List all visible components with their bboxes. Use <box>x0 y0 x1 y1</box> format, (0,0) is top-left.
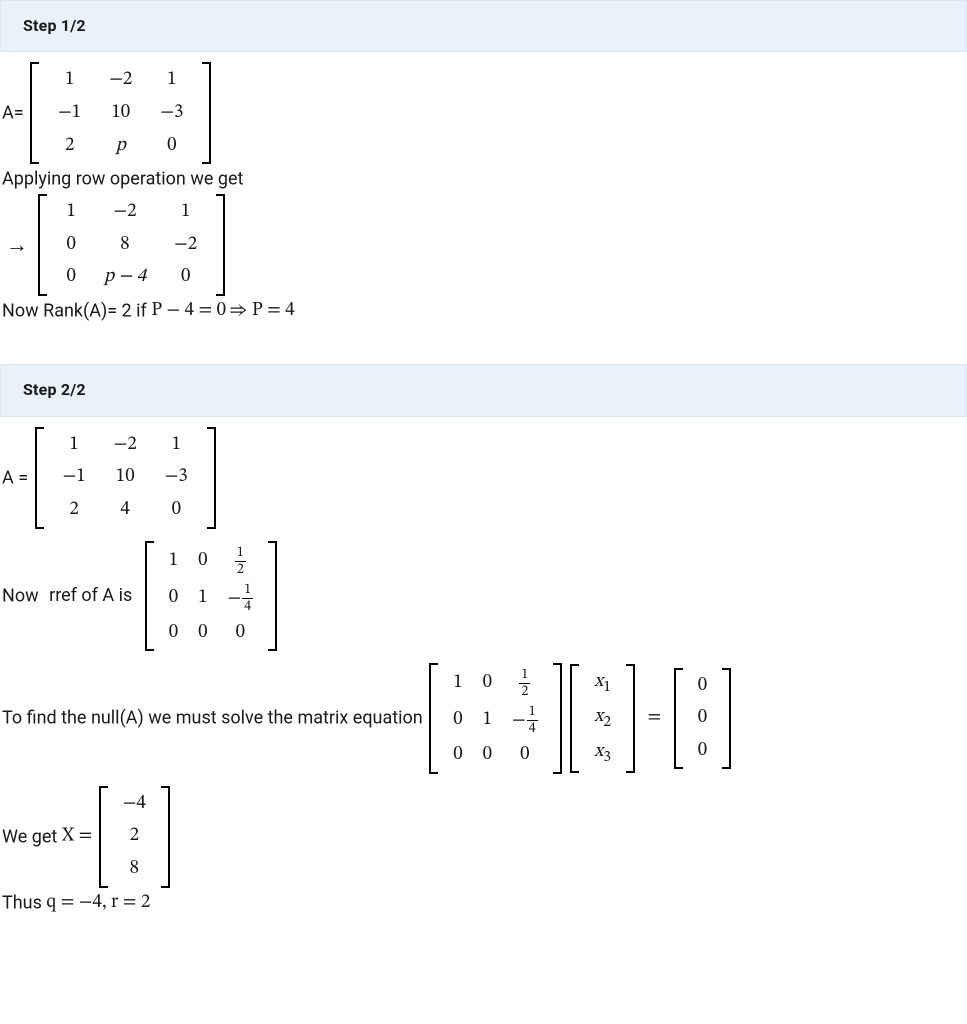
matrix-A2: 1−21 −110−3 240 <box>35 427 216 529</box>
null-text: To find the null(A) we must solve the ma… <box>2 708 423 729</box>
arrow-icon: → <box>2 232 32 257</box>
step-header: Step 2/2 <box>0 364 967 416</box>
vector-zero: 0 0 0 <box>674 668 731 770</box>
matrix-A: 1−21 −110−3 2p0 <box>30 62 211 164</box>
a-equals: A = <box>2 467 28 488</box>
step2-body: A = 1−21 −110−3 240 Now rref of A is 1 0… <box>0 417 967 956</box>
thus-line: Thus q = −4, r = 2 <box>2 890 965 917</box>
eq-A-reduced: → 1−21 08−2 0p − 40 <box>2 192 965 298</box>
we-get-line: We get X = −4 2 8 <box>2 784 965 890</box>
step-label: Step 2/2 <box>23 380 86 399</box>
matrix-rref-eq: 1 0 12 0 1 −14 0 0 0 <box>429 663 561 774</box>
eq-sign: = <box>642 708 668 727</box>
rref-text: rref of A is <box>43 585 138 606</box>
rank-text: Now Rank(A)= 2 if <box>2 301 151 322</box>
rank-math: P − 4 = 0 ⇒ P = 4 <box>151 301 294 320</box>
matrix-A-reduced: 1−21 08−2 0p − 40 <box>38 194 225 296</box>
vector-x: x1 x2 x3 <box>570 664 635 773</box>
rank-line: Now Rank(A)= 2 if P − 4 = 0 ⇒ P = 4 <box>2 298 965 325</box>
step1-body: A= 1−21 −110−3 2p0 Applying row operatio… <box>0 52 967 364</box>
vector-X-result: −4 2 8 <box>99 786 170 888</box>
thus-text: Thus <box>2 892 46 913</box>
eq-A-def2: A = 1−21 −110−3 240 <box>2 425 965 531</box>
step-label: Step 1/2 <box>23 16 86 35</box>
matrix-rref: 1 0 12 0 1 −14 0 0 0 <box>145 541 277 652</box>
apply-row-op-text: Applying row operation we get <box>2 169 243 190</box>
rref-now: Now <box>2 585 39 606</box>
we-get-math: X = <box>62 826 93 845</box>
thus-math: q = −4, r = 2 <box>46 893 150 912</box>
eq-A-def: A= 1−21 −110−3 2p0 <box>2 60 965 166</box>
a-equals: A= <box>2 103 24 124</box>
apply-text: Applying row operation we get <box>2 166 965 192</box>
step-header: Step 1/2 <box>0 0 967 52</box>
null-equation: To find the null(A) we must solve the ma… <box>2 661 965 776</box>
rref-line: Now rref of A is 1 0 12 0 1 −14 0 0 0 <box>2 539 965 654</box>
we-get-text: We get <box>2 826 62 847</box>
